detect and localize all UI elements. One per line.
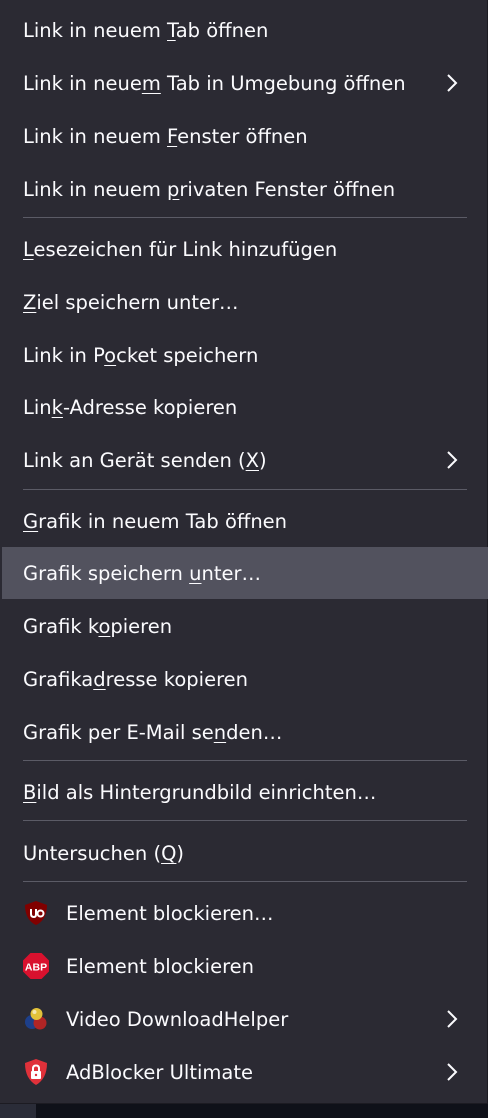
video-downloadhelper-icon xyxy=(25,1008,47,1030)
menu-item-copy-image-address[interactable]: Grafikadresse kopieren xyxy=(0,653,488,705)
menu-item-open-link-new-tab[interactable]: Link in neuem Tab öffnen xyxy=(0,4,488,56)
menu-item-ublock-element-picker[interactable]: Element blockieren… xyxy=(0,887,488,939)
menu-item-set-desktop-background[interactable]: Bild als Hintergrundbild einrichten… xyxy=(0,766,488,818)
context-menu: Link in neuem Tab öffnen Link in neuem T… xyxy=(0,0,488,1104)
adblock-plus-icon: ABP xyxy=(23,953,49,979)
chevron-right-icon xyxy=(447,1063,458,1081)
menu-separator xyxy=(23,489,467,490)
menu-separator xyxy=(23,881,467,882)
menu-item-label: Link an Gerät senden (X) xyxy=(23,449,267,472)
ublock-origin-icon xyxy=(25,901,47,925)
menu-item-label: Grafik kopieren xyxy=(23,615,173,638)
menu-item-label: Bild als Hintergrundbild einrichten… xyxy=(23,781,377,804)
menu-item-bookmark-link[interactable]: Lesezeichen für Link hinzufügen xyxy=(0,223,488,275)
menu-item-save-to-pocket[interactable]: Link in Pocket speichern xyxy=(0,329,488,381)
chevron-right-icon xyxy=(447,74,458,92)
menu-item-open-link-private-window[interactable]: Link in neuem privaten Fenster öffnen xyxy=(0,163,488,215)
menu-item-label: Grafik speichern unter… xyxy=(23,562,262,585)
menu-item-email-image[interactable]: Grafik per E-Mail senden… xyxy=(0,706,488,758)
menu-item-copy-link[interactable]: Link-Adresse kopieren xyxy=(0,381,488,433)
menu-item-open-link-new-window[interactable]: Link in neuem Fenster öffnen xyxy=(0,110,488,162)
menu-separator xyxy=(23,820,467,821)
menu-item-send-link-to-device[interactable]: Link an Gerät senden (X) xyxy=(0,434,488,486)
menu-item-label: Grafikadresse kopieren xyxy=(23,668,249,691)
menu-separator xyxy=(23,217,467,218)
menu-item-label: Grafik in neuem Tab öffnen xyxy=(23,510,288,533)
menu-item-label: Ziel speichern unter… xyxy=(23,291,239,314)
menu-item-label: Element blockieren xyxy=(66,955,255,978)
chevron-right-icon xyxy=(447,1010,458,1028)
menu-item-abp-block-element[interactable]: ABP Element blockieren xyxy=(0,940,488,992)
chevron-right-icon xyxy=(447,451,458,469)
menu-item-label: Link in neuem Fenster öffnen xyxy=(23,125,308,148)
menu-item-open-image-new-tab[interactable]: Grafik in neuem Tab öffnen xyxy=(0,495,488,547)
abp-icon-text: ABP xyxy=(25,962,47,974)
background-strip xyxy=(36,1104,488,1118)
menu-item-label: Link-Adresse kopieren xyxy=(23,396,238,419)
adblocker-ultimate-icon xyxy=(25,1059,47,1085)
menu-item-label: Video DownloadHelper xyxy=(66,1008,289,1031)
menu-item-label: Link in neuem Tab in Umgebung öffnen xyxy=(23,72,406,95)
menu-separator xyxy=(23,760,467,761)
menu-item-copy-image[interactable]: Grafik kopieren xyxy=(0,600,488,652)
menu-item-label: Link in Pocket speichern xyxy=(23,344,259,367)
menu-item-label: Untersuchen (Q) xyxy=(23,842,185,865)
menu-item-adblocker-ultimate[interactable]: AdBlocker Ultimate xyxy=(0,1046,488,1098)
menu-item-open-link-new-tab-group[interactable]: Link in neuem Tab in Umgebung öffnen xyxy=(0,57,488,109)
menu-item-label: Element blockieren… xyxy=(66,902,274,925)
menu-item-video-downloadhelper[interactable]: Video DownloadHelper xyxy=(0,993,488,1045)
menu-item-label: Lesezeichen für Link hinzufügen xyxy=(23,238,338,261)
menu-item-label: Link in neuem Tab öffnen xyxy=(23,19,269,42)
menu-item-label: Link in neuem privaten Fenster öffnen xyxy=(23,178,396,201)
background-edge xyxy=(0,1104,36,1118)
menu-item-label: Grafik per E-Mail senden… xyxy=(23,721,283,744)
menu-item-save-image-as[interactable]: Grafik speichern unter… xyxy=(2,547,488,599)
menu-item-inspect[interactable]: Untersuchen (Q) xyxy=(0,827,488,879)
menu-item-label: AdBlocker Ultimate xyxy=(66,1061,253,1084)
menu-item-save-link-as[interactable]: Ziel speichern unter… xyxy=(0,276,488,328)
